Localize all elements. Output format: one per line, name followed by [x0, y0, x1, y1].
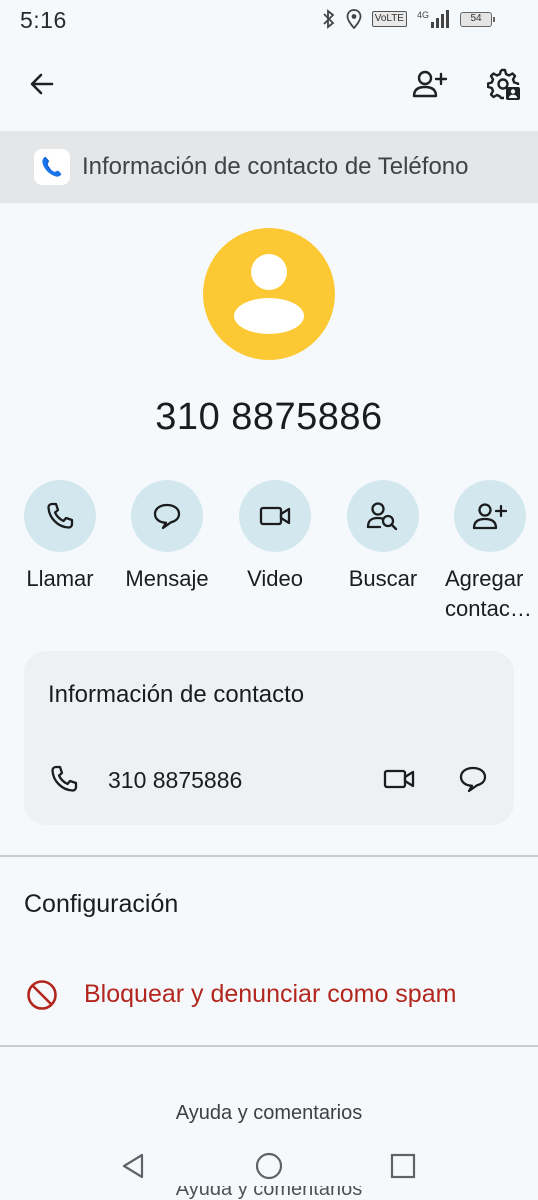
message-icon	[459, 766, 487, 793]
system-navigation-bar	[0, 1140, 538, 1188]
person-add-icon	[412, 70, 448, 98]
triangle-back-icon	[122, 1153, 144, 1179]
help-feedback-ghost-text: Ayuda y comentarios	[0, 1186, 538, 1200]
battery-icon: 54	[460, 11, 495, 27]
circle-home-icon	[255, 1152, 283, 1180]
location-icon	[346, 9, 362, 29]
block-report-spam-label: Bloquear y denunciar como spam	[84, 980, 457, 1008]
video-label: Video	[247, 566, 303, 591]
block-icon	[26, 979, 58, 1016]
video-button[interactable]	[239, 480, 311, 552]
contact-avatar	[203, 228, 335, 360]
person-add-icon	[472, 503, 508, 530]
contact-info-card: Información de contacto 310 8875886	[24, 651, 514, 825]
volte-indicator: VoLTE	[371, 11, 407, 27]
banner-text: Información de contacto de Teléfono	[82, 153, 469, 180]
help-feedback-link[interactable]: Ayuda y comentarios	[0, 1102, 538, 1125]
network-type: 4G	[416, 10, 429, 20]
status-bar: 5:16 VoLTE 4G 54	[0, 0, 538, 42]
phone-icon	[47, 502, 74, 529]
signal-icon: 4G	[417, 10, 450, 28]
video-icon	[383, 769, 415, 789]
add-contact-button[interactable]	[406, 60, 454, 108]
phone-icon	[48, 763, 80, 800]
search-button[interactable]	[347, 480, 419, 552]
settings-title: Configuración	[24, 890, 179, 918]
square-recents-icon	[390, 1153, 416, 1179]
back-button[interactable]	[18, 60, 66, 108]
contact-info-title: Información de contacto	[48, 681, 305, 708]
person-icon	[234, 254, 304, 334]
message-action[interactable]: Mensaje	[112, 480, 222, 594]
add-contact-action[interactable]: Agregar contac…	[436, 480, 538, 624]
call-button[interactable]	[24, 480, 96, 552]
message-icon	[153, 503, 181, 530]
quick-actions: Llamar Mensaje Video Buscar Agregar cont…	[0, 480, 538, 630]
person-search-icon	[366, 502, 398, 531]
add-contact-label: Agregar contac…	[445, 566, 532, 621]
top-app-bar	[0, 58, 538, 110]
nav-back-button[interactable]	[112, 1144, 156, 1188]
call-label: Llamar	[26, 566, 94, 591]
message-label: Mensaje	[125, 566, 209, 591]
app-source-banner: Información de contacto de Teléfono	[0, 131, 538, 203]
video-icon	[259, 506, 291, 526]
nav-recents-button[interactable]	[381, 1144, 425, 1188]
status-icons: VoLTE 4G 54	[322, 9, 495, 29]
bluetooth-icon	[322, 9, 336, 29]
video-action[interactable]: Video	[220, 480, 330, 594]
phone-app-logo-icon	[34, 149, 70, 185]
divider	[0, 1045, 538, 1047]
search-label: Buscar	[348, 566, 418, 591]
gear-account-icon	[487, 68, 520, 100]
call-action[interactable]: Llamar	[5, 480, 115, 594]
arrow-back-icon	[30, 73, 54, 95]
send-message-button[interactable]	[448, 757, 498, 801]
help-feedback-ghost-label: Ayuda y comentarios	[175, 1186, 363, 1200]
block-report-spam-row[interactable]: Bloquear y denunciar como spam	[0, 966, 538, 1024]
contact-number: 310 8875886	[155, 396, 383, 438]
divider	[0, 855, 538, 857]
message-button[interactable]	[131, 480, 203, 552]
status-time: 5:16	[20, 7, 67, 33]
video-call-button[interactable]	[374, 757, 424, 801]
search-action[interactable]: Buscar	[328, 480, 438, 594]
contact-info-number[interactable]: 310 8875886	[108, 767, 242, 794]
contact-settings-button[interactable]	[480, 60, 528, 108]
add-contact-action-button[interactable]	[454, 480, 526, 552]
nav-home-button[interactable]	[247, 1144, 291, 1188]
